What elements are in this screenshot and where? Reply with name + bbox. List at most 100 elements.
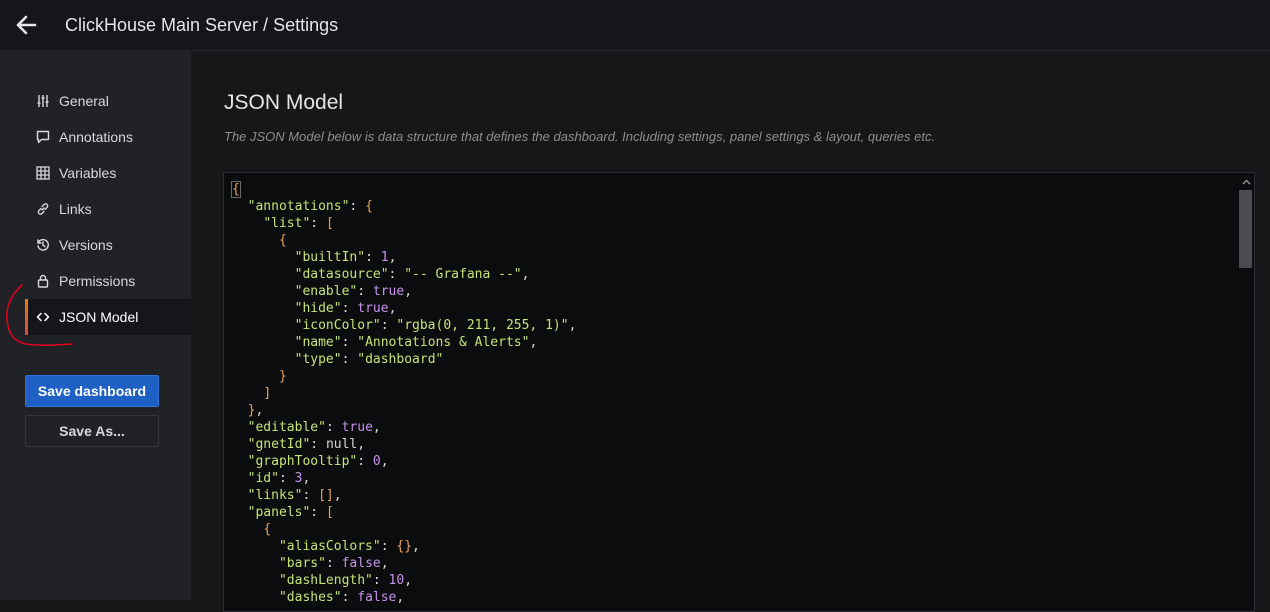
code-line[interactable]: "datasource": "-- Grafana --", xyxy=(232,266,576,283)
code-token: , xyxy=(404,284,413,299)
code-line[interactable]: "name": "Annotations & Alerts", xyxy=(232,334,576,351)
code-line[interactable]: { xyxy=(232,232,576,249)
code-token: { xyxy=(263,522,272,537)
code-token: { xyxy=(231,181,241,198)
sidebar-item-annotations[interactable]: Annotations xyxy=(25,119,191,155)
code-line[interactable]: "graphTooltip": 0, xyxy=(232,453,576,470)
editor-scrollbar[interactable] xyxy=(1238,173,1254,611)
code-line[interactable]: "gnetId": null, xyxy=(232,436,576,453)
sliders-icon xyxy=(35,93,51,109)
chevron-up-icon[interactable] xyxy=(1241,177,1251,187)
code-line[interactable]: "aliasColors": {}, xyxy=(232,538,576,555)
code-token: : xyxy=(302,488,319,503)
sidebar-item-label: Versions xyxy=(59,237,113,253)
code-token: "enable" xyxy=(294,284,358,299)
code-line[interactable]: "builtIn": 1, xyxy=(232,249,576,266)
sidebar-item-json-model[interactable]: JSON Model xyxy=(25,299,191,335)
history-icon xyxy=(35,237,51,253)
sidebar-item-links[interactable]: Links xyxy=(25,191,191,227)
sidebar-item-label: Links xyxy=(59,201,92,217)
code-token: "name" xyxy=(294,335,342,350)
code-token: : xyxy=(341,352,358,367)
code-line[interactable]: }, xyxy=(232,402,576,419)
code-token: , xyxy=(255,403,264,418)
code-token: , xyxy=(357,437,366,452)
code-line[interactable]: "dashLength": 10, xyxy=(232,572,576,589)
code-token: false xyxy=(357,590,397,605)
code-token: "iconColor" xyxy=(294,318,381,333)
top-bar: ClickHouse Main Server / Settings xyxy=(0,0,1270,51)
code-token: true xyxy=(372,284,405,299)
json-code-editor[interactable]: { "annotations": { "list": [ { "builtIn"… xyxy=(223,172,1255,612)
code-token: : xyxy=(349,199,366,214)
code-token: : xyxy=(365,250,381,265)
code-token: , xyxy=(333,488,342,503)
code-line[interactable]: "hide": true, xyxy=(232,300,576,317)
code-token: true xyxy=(341,420,373,435)
sidebar-item-permissions[interactable]: Permissions xyxy=(25,263,191,299)
code-line[interactable]: "dashes": false, xyxy=(232,589,576,606)
code-token: [ xyxy=(325,505,334,520)
code-line[interactable]: "enable": true, xyxy=(232,283,576,300)
code-line[interactable]: "iconColor": "rgba(0, 211, 255, 1)", xyxy=(232,317,577,334)
code-token: { xyxy=(278,233,287,248)
code-line[interactable]: "list": [ xyxy=(232,215,576,232)
code-line[interactable]: } xyxy=(232,368,576,385)
sidebar-item-versions[interactable]: Versions xyxy=(25,227,191,263)
code-line[interactable]: "panels": [ xyxy=(232,504,576,521)
code-content[interactable]: { "annotations": { "list": [ { "builtIn"… xyxy=(231,181,577,606)
code-token: : xyxy=(357,454,373,469)
code-token: : xyxy=(310,437,326,452)
code-line[interactable]: "editable": true, xyxy=(232,419,576,436)
lock-icon xyxy=(35,273,51,289)
link-icon xyxy=(35,201,51,217)
code-line[interactable]: "type": "dashboard" xyxy=(232,351,576,368)
code-line[interactable]: ] xyxy=(232,385,576,402)
code-token: "panels" xyxy=(247,505,311,520)
code-token: 0 xyxy=(372,454,381,469)
code-token: , xyxy=(568,318,577,333)
code-token: "-- Grafana --" xyxy=(404,267,522,282)
code-token: , xyxy=(380,454,389,469)
save-dashboard-button[interactable]: Save dashboard xyxy=(25,375,159,407)
code-token: { xyxy=(365,199,373,214)
code-token: "hide" xyxy=(294,301,342,316)
save-as-button[interactable]: Save As... xyxy=(25,415,159,447)
code-token: "type" xyxy=(294,352,342,367)
code-token: ] xyxy=(263,386,272,401)
scrollbar-thumb[interactable] xyxy=(1239,190,1252,268)
code-token: , xyxy=(529,335,538,350)
code-line[interactable]: { xyxy=(231,181,576,198)
code-token: : xyxy=(372,573,389,588)
code-token: "graphTooltip" xyxy=(247,454,358,469)
code-line[interactable]: { xyxy=(232,521,576,538)
sidebar-item-variables[interactable]: Variables xyxy=(25,155,191,191)
code-line[interactable]: "links": [], xyxy=(232,487,576,504)
code-token: "editable" xyxy=(247,420,326,435)
code-line[interactable]: "bars": false, xyxy=(232,555,576,572)
back-button[interactable] xyxy=(0,0,52,50)
code-token: : xyxy=(278,471,295,486)
code-line[interactable]: "annotations": { xyxy=(232,198,576,215)
page-breadcrumb-title: ClickHouse Main Server / Settings xyxy=(65,14,339,35)
comment-icon xyxy=(35,129,51,145)
sidebar-item-general[interactable]: General xyxy=(25,83,191,119)
code-token: "dashboard" xyxy=(357,352,444,367)
code-token: , xyxy=(412,539,420,554)
code-line[interactable]: "id": 3, xyxy=(232,470,576,487)
code-token: : xyxy=(388,267,405,282)
